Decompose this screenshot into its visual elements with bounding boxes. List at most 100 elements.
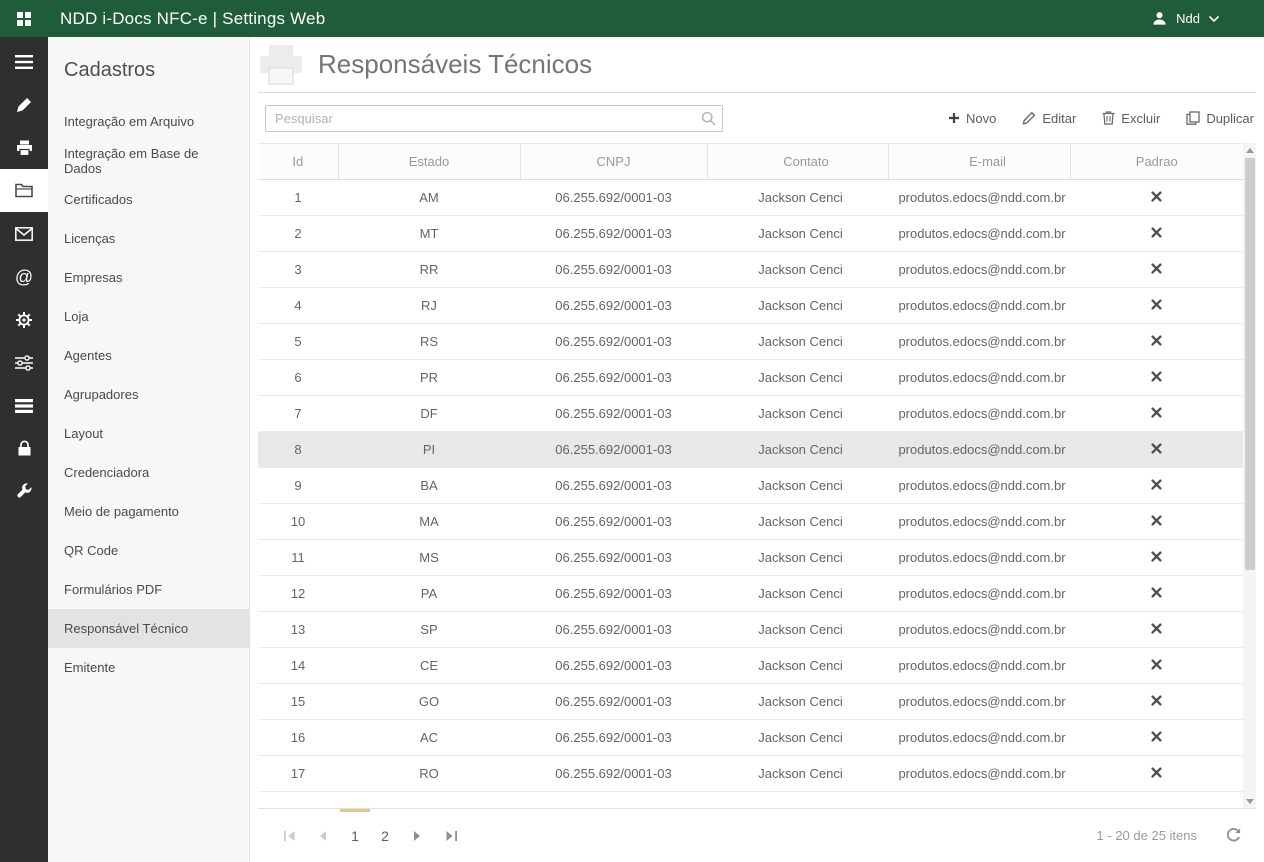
table-row[interactable]: 16AC06.255.692/0001-03Jackson Cenciprodu… (258, 720, 1243, 756)
sidebar-item[interactable]: Meio de pagamento (48, 492, 249, 531)
table-row[interactable]: 12PA06.255.692/0001-03Jackson Cenciprodu… (258, 576, 1243, 612)
last-page-icon (445, 830, 458, 842)
delete-button[interactable]: Excluir (1102, 111, 1160, 126)
sidebar-item[interactable]: Agrupadores (48, 375, 249, 414)
table-row[interactable]: 6PR06.255.692/0001-03Jackson Cenciprodut… (258, 360, 1243, 396)
sidebar-item[interactable]: Integração em Base de Dados (48, 141, 249, 180)
app-grid-button[interactable] (0, 11, 48, 27)
rail-item-preferences[interactable] (0, 341, 48, 384)
topbar: NDD i-Docs NFC-e | Settings Web Ndd (0, 0, 1264, 37)
x-icon (1151, 263, 1162, 274)
cell-id: 15 (258, 684, 338, 720)
sidebar-item[interactable]: Empresas (48, 258, 249, 297)
refresh-button[interactable] (1225, 827, 1242, 844)
cell-email: produtos.edocs@ndd.com.br (888, 252, 1070, 288)
table-row[interactable]: 3RR06.255.692/0001-03Jackson Cenciprodut… (258, 252, 1243, 288)
sidebar-item[interactable]: Licenças (48, 219, 249, 258)
sidebar-item[interactable]: Certificados (48, 180, 249, 219)
table-row[interactable]: 14CE06.255.692/0001-03Jackson Cenciprodu… (258, 648, 1243, 684)
column-header-padrao[interactable]: Padrao (1070, 144, 1243, 180)
page-button-2[interactable]: 2 (370, 809, 400, 862)
cell-padrao (1070, 360, 1243, 396)
cell-cnpj: 06.255.692/0001-03 (520, 252, 707, 288)
table-row[interactable]: 11MS06.255.692/0001-03Jackson Cenciprodu… (258, 540, 1243, 576)
sidebar-item[interactable]: Formulários PDF (48, 570, 249, 609)
search-icon[interactable] (701, 111, 716, 131)
x-icon (1151, 695, 1162, 706)
prev-page-icon (317, 830, 329, 842)
toolbar: Novo Editar Excluir (258, 93, 1256, 143)
rail-item-mail[interactable] (0, 212, 48, 255)
table-row[interactable]: 13SP06.255.692/0001-03Jackson Cenciprodu… (258, 612, 1243, 648)
table-row[interactable]: 15GO06.255.692/0001-03Jackson Cenciprodu… (258, 684, 1243, 720)
sidebar-item[interactable]: Loja (48, 297, 249, 336)
table-row[interactable]: 2MT06.255.692/0001-03Jackson Cenciprodut… (258, 216, 1243, 252)
cell-cnpj: 06.255.692/0001-03 (520, 396, 707, 432)
cell-padrao (1070, 720, 1243, 756)
cell-contato: Jackson Cenci (707, 324, 888, 360)
vertical-scrollbar[interactable] (1243, 143, 1256, 808)
cell-padrao (1070, 684, 1243, 720)
cell-email: produtos.edocs@ndd.com.br (888, 504, 1070, 540)
table-row[interactable]: 7DF06.255.692/0001-03Jackson Cenciprodut… (258, 396, 1243, 432)
next-page-button[interactable] (400, 809, 434, 862)
column-header-estado[interactable]: Estado (338, 144, 520, 180)
first-page-icon (283, 830, 296, 842)
table-row[interactable]: 9BA06.255.692/0001-03Jackson Cenciprodut… (258, 468, 1243, 504)
copy-icon (1186, 111, 1200, 125)
last-page-button[interactable] (434, 809, 468, 862)
sidebar-item[interactable]: Credenciadora (48, 453, 249, 492)
column-header-id[interactable]: Id (258, 144, 338, 180)
table-row[interactable]: 17RO06.255.692/0001-03Jackson Cenciprodu… (258, 756, 1243, 792)
cell-padrao (1070, 252, 1243, 288)
cell-padrao (1070, 432, 1243, 468)
cell-id: 14 (258, 648, 338, 684)
table-row[interactable]: 8PI06.255.692/0001-03Jackson Cenciprodut… (258, 432, 1243, 468)
page-button-1[interactable]: 1 (340, 809, 370, 862)
table-row[interactable]: 4RJ06.255.692/0001-03Jackson Cenciprodut… (258, 288, 1243, 324)
table-row[interactable]: 10MA06.255.692/0001-03Jackson Cenciprodu… (258, 504, 1243, 540)
edit-button[interactable]: Editar (1022, 111, 1076, 126)
duplicate-button[interactable]: Duplicar (1186, 111, 1254, 126)
table-row[interactable]: 1AM06.255.692/0001-03Jackson Cenciprodut… (258, 180, 1243, 216)
new-button[interactable]: Novo (948, 111, 996, 126)
column-header-contato[interactable]: Contato (707, 144, 888, 180)
table-body: 1AM06.255.692/0001-03Jackson Cenciprodut… (258, 180, 1243, 792)
cell-contato: Jackson Cenci (707, 540, 888, 576)
first-page-button[interactable] (272, 809, 306, 862)
rail-item-settings[interactable] (0, 298, 48, 341)
scroll-up-button[interactable] (1243, 143, 1256, 157)
cell-contato: Jackson Cenci (707, 180, 888, 216)
rail-item-printer[interactable] (0, 126, 48, 169)
user-menu[interactable]: Ndd (1151, 10, 1264, 27)
search-input[interactable] (265, 105, 723, 132)
table-row[interactable]: 5RS06.255.692/0001-03Jackson Cenciprodut… (258, 324, 1243, 360)
sidebar-item[interactable]: Integração em Arquivo (48, 102, 249, 141)
rail-item-tools[interactable] (0, 83, 48, 126)
sidebar-item[interactable]: Agentes (48, 336, 249, 375)
cell-estado: PR (338, 360, 520, 396)
user-icon (1151, 10, 1168, 27)
cell-estado: RS (338, 324, 520, 360)
sidebar-item[interactable]: Emitente (48, 648, 249, 687)
sidebar-item[interactable]: Layout (48, 414, 249, 453)
sidebar-item[interactable]: QR Code (48, 531, 249, 570)
rail-item-cadastros[interactable] (0, 169, 48, 212)
scrollbar-thumb[interactable] (1245, 158, 1255, 570)
column-header-email[interactable]: E-mail (888, 144, 1070, 180)
column-header-cnpj[interactable]: CNPJ (520, 144, 707, 180)
queue-icon (15, 399, 33, 413)
rail-item-email-config[interactable]: @ (0, 255, 48, 298)
cell-id: 5 (258, 324, 338, 360)
cell-estado: AM (338, 180, 520, 216)
edit-icon (1022, 111, 1036, 125)
rail-item-security[interactable] (0, 427, 48, 470)
rail-item-maintenance[interactable] (0, 470, 48, 513)
rail-item-menu[interactable] (0, 40, 48, 83)
cell-email: produtos.edocs@ndd.com.br (888, 540, 1070, 576)
rail-item-queue[interactable] (0, 384, 48, 427)
prev-page-button[interactable] (306, 809, 340, 862)
sidebar-item[interactable]: Responsável Técnico (48, 609, 249, 648)
scroll-down-button[interactable] (1243, 794, 1256, 808)
cell-id: 3 (258, 252, 338, 288)
